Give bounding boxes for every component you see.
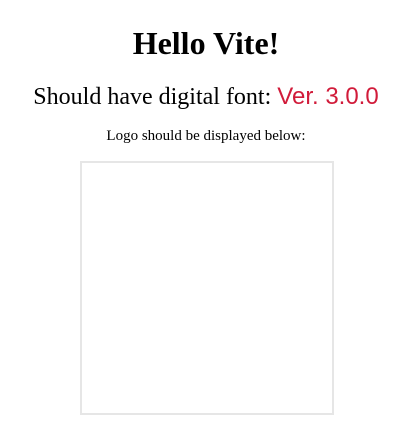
page: Hello Vite! Should have digital font: Ve…	[0, 0, 412, 446]
logo-note: Logo should be displayed below:	[106, 128, 306, 144]
logo-placeholder	[80, 161, 334, 415]
digital-font-line: Should have digital font: Ver. 3.0.0	[0, 82, 412, 112]
digital-font-label: Should have digital font:	[33, 84, 272, 110]
version-text: Ver. 3.0.0	[277, 83, 379, 110]
page-title: Hello Vite!	[132, 25, 280, 61]
